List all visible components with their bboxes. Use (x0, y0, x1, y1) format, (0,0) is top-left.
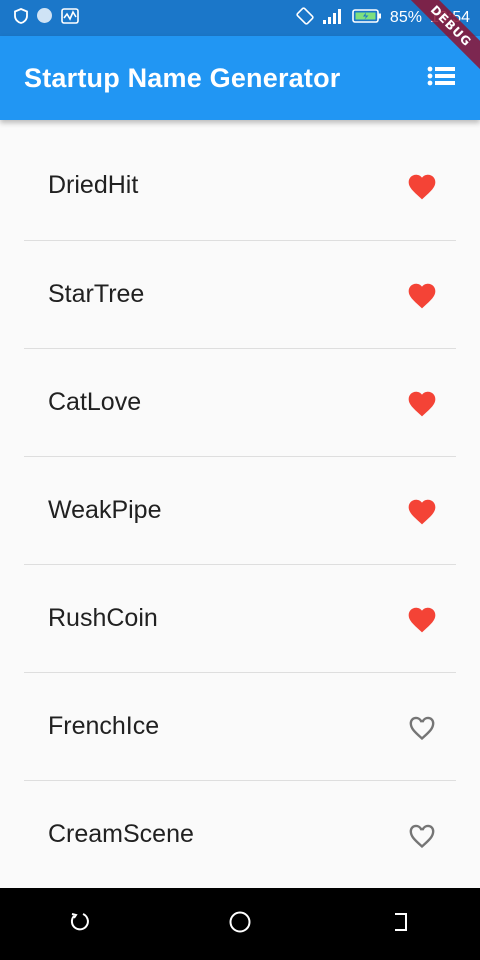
list-item-name: CreamScene (48, 820, 194, 848)
heart-outline-icon[interactable] (406, 819, 438, 851)
list-item-name: CatLove (48, 388, 142, 416)
list-item[interactable]: DriedHit (0, 132, 480, 239)
list-item[interactable]: WeakPipe (0, 457, 480, 564)
list-item[interactable]: FrenchIce (0, 673, 480, 780)
battery-percent: 85% (389, 9, 422, 26)
heart-outline-icon[interactable] (406, 711, 438, 743)
app-bar: Startup Name Generator (0, 36, 480, 120)
heart-filled-icon[interactable] (406, 495, 438, 527)
signal-icon (322, 8, 344, 29)
heart-filled-icon[interactable] (406, 387, 438, 419)
page-title: Startup Name Generator (24, 62, 341, 93)
list-item[interactable]: CreamScene (0, 781, 480, 888)
list-item-name: FrenchIce (48, 712, 160, 740)
home-icon (228, 910, 252, 939)
list-item-name: StarTree (48, 280, 145, 308)
list-item[interactable]: CatLove (0, 349, 480, 456)
back-button[interactable] (60, 904, 100, 944)
name-list: DriedHit StarTree CatLove WeakPipe RushC… (0, 120, 480, 888)
circle-notification-icon (36, 7, 53, 29)
list-item-name: WeakPipe (48, 496, 162, 524)
list-item[interactable]: RushCoin (0, 565, 480, 672)
status-icons-left (14, 7, 79, 29)
recents-icon (389, 911, 411, 938)
activity-icon (61, 7, 79, 29)
heart-filled-icon[interactable] (406, 170, 438, 202)
battery-icon (352, 8, 382, 29)
list-item[interactable]: StarTree (0, 241, 480, 348)
shield-icon (14, 7, 28, 29)
list-icon (427, 65, 457, 92)
list-item-name: DriedHit (48, 171, 139, 199)
list-item-name: RushCoin (48, 604, 158, 632)
rotate-icon (296, 6, 314, 30)
recents-button[interactable] (380, 904, 420, 944)
saved-list-button[interactable] (426, 62, 458, 94)
back-icon (69, 911, 91, 938)
system-nav-bar (0, 888, 480, 960)
home-button[interactable] (220, 904, 260, 944)
status-bar: 85% 18:54 (0, 0, 480, 36)
heart-filled-icon[interactable] (406, 279, 438, 311)
heart-filled-icon[interactable] (406, 603, 438, 635)
